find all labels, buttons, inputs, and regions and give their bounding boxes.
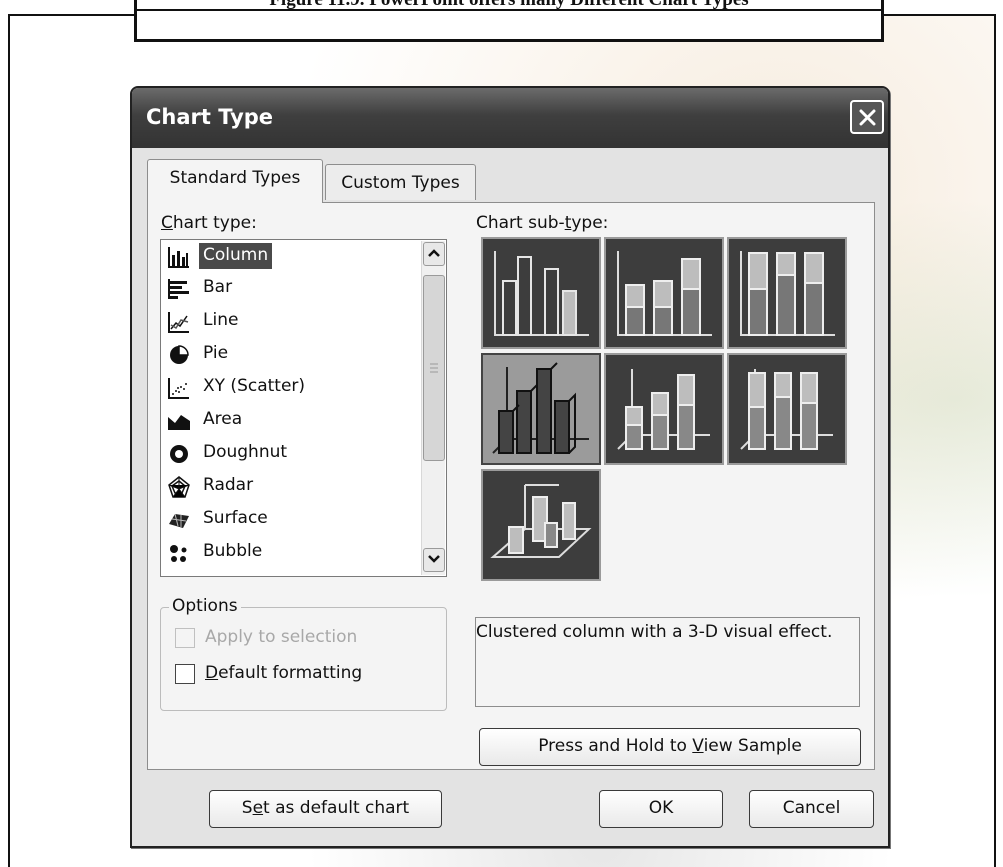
stacked-column-icon [617,251,712,336]
list-item-doughnut[interactable]: Doughnut [163,438,421,468]
chevron-down-icon [428,555,440,563]
grip-icon [430,363,438,373]
list-item-bubble[interactable]: Bubble [163,537,421,567]
surface-chart-icon [169,513,189,528]
dialog-body: Custom Types Standard Types Chart type: … [132,148,888,846]
scroll-up-button[interactable] [423,242,445,266]
tab-standard-types[interactable]: Standard Types [147,159,323,203]
set-as-default-chart-button[interactable]: Set as default chart [209,790,442,828]
chart-type-scrollbar[interactable] [421,241,445,575]
doughnut-chart-icon [170,445,188,463]
options-group: Options Apply to selection Default forma… [160,596,447,711]
list-item-label: Radar [203,475,254,495]
list-item-label: Doughnut [203,442,288,462]
subtype-clustered-column-3d[interactable] [481,353,601,465]
frame-border-right [994,14,996,867]
list-item-label: Bubble [203,541,263,561]
list-item-label: Bar [203,277,233,297]
chart-subtype-label: Chart sub-type: [476,213,609,233]
options-group-label: Options [169,596,241,616]
chevron-up-icon [428,249,440,257]
frame-border-top-left [8,14,135,16]
radar-chart-icon [168,476,190,498]
frame-border-top-right [883,14,995,16]
100-percent-stacked-column-icon [740,251,835,336]
chart-type-list[interactable]: Column Bar Line Pie XY (Scatter) Area Do… [160,239,447,577]
subtype-100-stacked-column[interactable] [727,237,847,349]
subtype-clustered-column[interactable] [481,237,601,349]
list-item-area[interactable]: Area [163,405,421,435]
close-button[interactable] [850,100,884,134]
list-item-label: Pie [203,343,229,363]
caption-divider [137,9,881,11]
scroll-thumb[interactable] [423,275,445,461]
subtype-stacked-column-3d[interactable] [604,353,724,465]
scroll-down-button[interactable] [423,548,445,572]
figure-caption-box: Figure 11.9. PowerPoint offers many Diff… [134,0,884,42]
clustered-column-3d-effect-icon [492,362,589,454]
chart-type-label: Chart type: [161,213,257,233]
scatter-chart-icon [168,378,189,399]
chart-type-dialog: Chart Type Custom Types Standard Types C… [130,86,890,848]
default-formatting-label: Default formatting [205,663,363,683]
list-item-radar[interactable]: Radar [163,471,421,501]
list-item-label: XY (Scatter) [203,376,306,396]
subtype-3d-column[interactable] [481,469,601,581]
cancel-button[interactable]: Cancel [749,790,874,828]
subtype-description-text: Clustered column with a 3-D visual effec… [476,622,833,642]
bar-chart-icon [168,279,189,299]
list-item-bar[interactable]: Bar [163,273,421,303]
list-item-column[interactable]: Column [163,241,421,271]
frame-border-left [8,14,10,867]
bubble-chart-icon [170,545,187,562]
list-item-surface[interactable]: Surface [163,504,421,534]
list-item-xy-scatter[interactable]: XY (Scatter) [163,372,421,402]
view-sample-button[interactable]: Press and Hold to View Sample [479,728,861,766]
list-item-pie[interactable]: Pie [163,339,421,369]
dialog-title: Chart Type [146,105,274,129]
list-item-line[interactable]: Line [163,306,421,336]
stacked-column-3d-effect-icon [617,369,710,450]
area-chart-icon [168,415,190,430]
column-chart-icon [168,247,189,268]
standard-types-panel: Chart type: Column Bar Line Pie XY (Scat… [147,202,875,770]
list-item-label: Line [203,310,239,330]
subtype-100-stacked-column-3d[interactable] [727,353,847,465]
list-item-label: Column [199,243,273,269]
ok-button[interactable]: OK [599,790,723,828]
dialog-titlebar[interactable]: Chart Type [132,88,888,148]
100-percent-stacked-column-3d-effect-icon [740,369,833,450]
list-item-label: Area [203,409,243,429]
default-formatting-checkbox[interactable] [175,664,195,684]
subtype-stacked-column[interactable] [604,237,724,349]
close-icon [859,109,876,126]
3d-column-icon [490,484,592,558]
apply-to-selection-label: Apply to selection [205,627,358,647]
pie-chart-icon [170,345,189,364]
subtype-description: Clustered column with a 3-D visual effec… [475,617,860,707]
clustered-column-icon [494,251,589,336]
line-chart-icon [168,312,189,333]
apply-to-selection-checkbox[interactable] [175,628,195,648]
tab-custom-types[interactable]: Custom Types [325,164,476,200]
list-item-label: Surface [203,508,268,528]
